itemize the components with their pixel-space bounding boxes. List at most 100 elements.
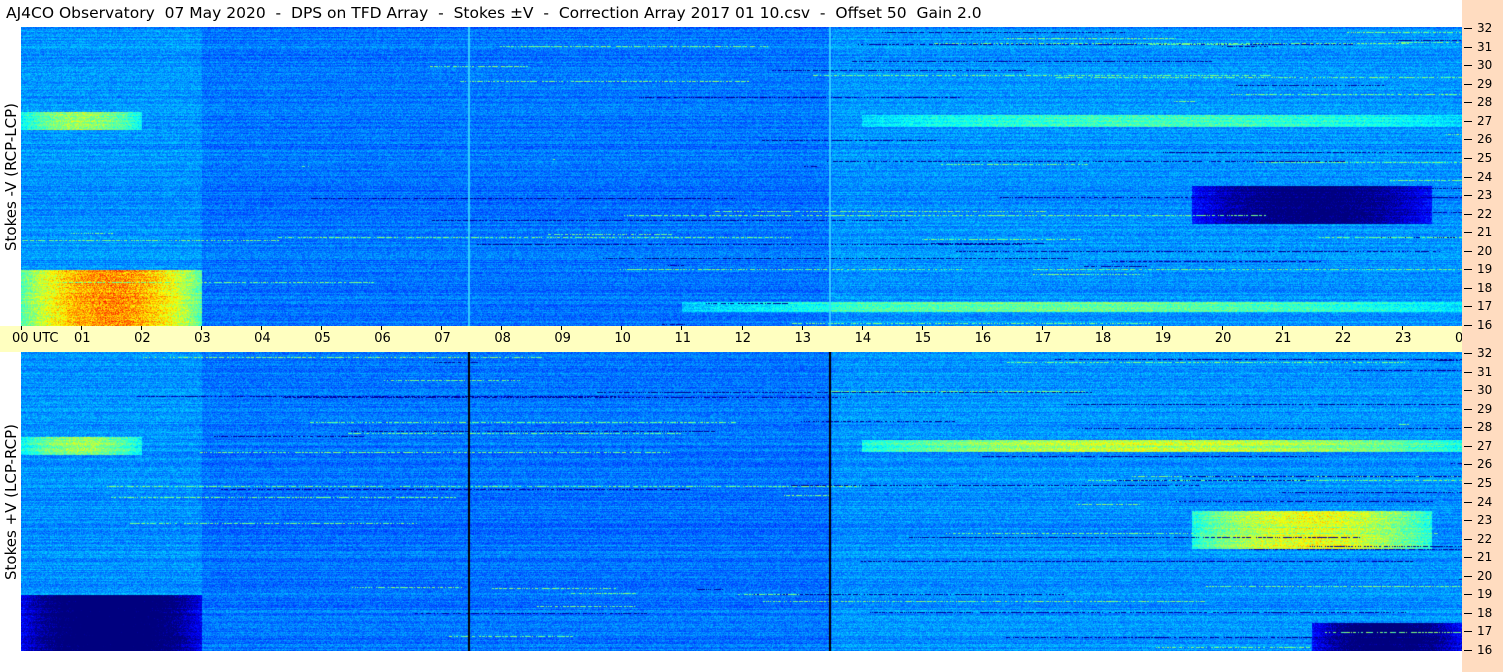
spectrogram-top xyxy=(21,27,1462,326)
time-tick-mark xyxy=(1161,326,1163,330)
freq-tick-label-top: 19 xyxy=(1477,262,1493,277)
chart-title: AJ4CO Observatory 07 May 2020 - DPS on T… xyxy=(0,0,1462,27)
time-tick-label: 01 xyxy=(74,331,91,346)
time-tick-mark xyxy=(501,326,503,330)
time-tick-label: 03 xyxy=(194,331,211,346)
freq-tick-label-top: 18 xyxy=(1477,280,1493,295)
time-tick-label: 06 xyxy=(374,331,391,346)
time-tick-label: 18 xyxy=(1094,331,1112,346)
bottom-strip xyxy=(0,651,1462,672)
time-tick-mark xyxy=(921,326,923,330)
time-tick-mark xyxy=(1401,326,1403,330)
freq-tick-label-top: 31 xyxy=(1477,39,1493,54)
freq-tick-label-top: 21 xyxy=(1477,225,1493,240)
freq-tick-mark xyxy=(1464,269,1472,271)
time-tick-mark xyxy=(1041,326,1043,330)
time-tick-label: 07 xyxy=(434,331,451,346)
time-tick-label: 14 xyxy=(854,331,872,346)
time-tick-mark xyxy=(21,326,22,330)
time-tick-label: 08 xyxy=(494,331,511,346)
frequency-axis: 32 31 30 29 28 27 26 25 24 23 22 21 20 19 18 17 16 32 31 30… xyxy=(1462,0,1503,672)
freq-tick-mark xyxy=(1464,306,1472,308)
freq-tick-mark xyxy=(1464,120,1472,122)
freq-tick-label-top: 30 xyxy=(1477,58,1493,73)
time-tick-label: 09 xyxy=(554,331,571,346)
freq-tick-label-bottom: 21 xyxy=(1477,550,1493,565)
freq-tick-mark xyxy=(1464,157,1472,159)
freq-tick-label-bottom: 25 xyxy=(1477,475,1493,490)
freq-tick-label-top: 16 xyxy=(1477,318,1493,332)
time-tick-label: 17 xyxy=(1034,331,1052,346)
time-tick-label: 05 xyxy=(314,331,331,346)
time-tick-mark xyxy=(321,326,323,330)
time-tick-mark xyxy=(201,326,203,330)
time-tick-mark xyxy=(261,326,263,330)
freq-tick-label-bottom: 32 xyxy=(1477,346,1493,360)
time-tick-mark xyxy=(741,326,743,330)
freq-tick-mark xyxy=(1464,46,1472,48)
time-tick-mark xyxy=(621,326,623,330)
freq-tick-mark xyxy=(1464,353,1472,354)
freq-tick-label-bottom: 16 xyxy=(1477,643,1493,657)
time-tick-mark xyxy=(1281,326,1283,330)
freq-tick-label-bottom: 24 xyxy=(1477,494,1493,509)
time-tick-mark xyxy=(861,326,863,330)
time-tick-label: 21 xyxy=(1274,331,1292,346)
freq-tick-label-bottom: 31 xyxy=(1477,364,1493,379)
freq-tick-mark xyxy=(1464,501,1472,503)
freq-tick-mark xyxy=(1464,287,1472,289)
time-axis: 00 UTC 01 02 03 04 05 06 07 08 09 10 11 12 13 14 15 16 17… xyxy=(0,326,1503,352)
freq-tick-mark xyxy=(1464,575,1472,577)
freq-tick-mark xyxy=(1464,482,1472,484)
freq-tick-label-bottom: 17 xyxy=(1477,624,1493,639)
freq-tick-mark xyxy=(1464,250,1472,252)
time-tick-mark xyxy=(141,326,143,330)
time-tick-label: 15 xyxy=(914,331,932,346)
freq-tick-mark xyxy=(1464,520,1472,522)
freq-tick-label-bottom: 29 xyxy=(1477,401,1493,416)
freq-tick-mark xyxy=(1464,650,1472,651)
time-tick-mark xyxy=(801,326,803,330)
time-tick-mark xyxy=(1221,326,1223,330)
freq-tick-label-bottom: 30 xyxy=(1477,383,1493,398)
freq-tick-mark xyxy=(1464,232,1472,234)
time-tick-label: 04 xyxy=(254,331,271,346)
freq-tick-mark xyxy=(1464,65,1472,67)
time-tick-mark xyxy=(681,326,683,330)
time-tick-mark xyxy=(441,326,443,330)
time-tick-label: 23 xyxy=(1394,331,1412,346)
freq-tick-label-top: 17 xyxy=(1477,299,1493,314)
bottom-panel-y-label-text: Stokes +V (LCP-RCP) xyxy=(1,423,20,580)
time-tick-label: 20 xyxy=(1214,331,1232,346)
time-tick-label: 12 xyxy=(734,331,752,346)
freq-tick-label-top: 29 xyxy=(1477,76,1493,91)
bottom-panel-y-label: Stokes +V (LCP-RCP) xyxy=(0,352,21,651)
freq-tick-label-top: 23 xyxy=(1477,188,1493,203)
freq-tick-mark xyxy=(1464,557,1472,559)
time-tick-mark xyxy=(81,326,83,330)
freq-tick-mark xyxy=(1464,195,1472,197)
top-panel-y-label-text: Stokes -V (RCP-LCP) xyxy=(1,102,20,251)
freq-tick-label-top: 28 xyxy=(1477,95,1493,110)
freq-tick-mark xyxy=(1464,139,1472,141)
spectrogram-bottom-canvas xyxy=(21,352,1462,651)
freq-tick-mark xyxy=(1464,325,1472,326)
freq-tick-label-top: 20 xyxy=(1477,243,1493,258)
time-tick-label: 02 xyxy=(134,331,151,346)
time-tick-label: 10 xyxy=(614,331,631,346)
freq-tick-mark xyxy=(1464,102,1472,104)
time-tick-mark xyxy=(981,326,983,330)
freq-tick-label-top: 32 xyxy=(1477,21,1493,35)
time-tick-label: 19 xyxy=(1154,331,1172,346)
freq-tick-mark xyxy=(1464,612,1472,614)
spectrogram-bottom xyxy=(21,352,1462,651)
time-tick-label: 13 xyxy=(794,331,812,346)
freq-tick-mark xyxy=(1464,538,1472,540)
freq-tick-mark xyxy=(1464,371,1472,373)
time-tick-mark xyxy=(1341,326,1343,330)
freq-tick-label-bottom: 26 xyxy=(1477,457,1493,472)
freq-tick-label-bottom: 20 xyxy=(1477,568,1493,583)
time-tick-mark xyxy=(1101,326,1103,330)
freq-tick-label-bottom: 23 xyxy=(1477,513,1493,528)
freq-tick-label-bottom: 22 xyxy=(1477,531,1493,546)
